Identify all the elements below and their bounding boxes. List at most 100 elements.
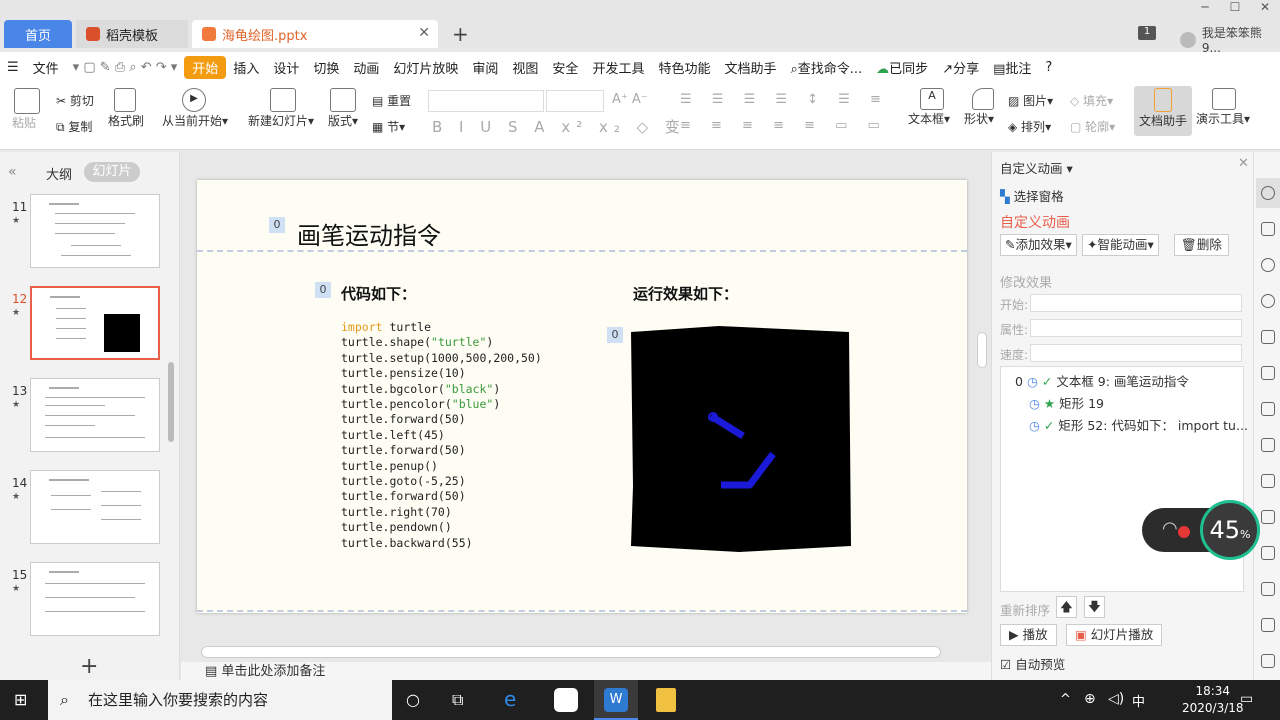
close-pane-icon[interactable]: ✕ (1238, 156, 1249, 171)
section-button[interactable]: ▦ 节▾ (372, 118, 405, 135)
reset-button[interactable]: ▤ 重置 (372, 92, 411, 109)
cut-button[interactable]: ✂ 剪切 (56, 92, 94, 109)
turtle-output-image[interactable] (629, 326, 851, 552)
font-size-select[interactable] (546, 90, 604, 112)
menu-file[interactable]: 文件 (26, 58, 66, 77)
add-effect-button[interactable]: ✎添加效果▾ (1000, 234, 1077, 256)
paragraph-align-buttons[interactable]: ≡ ≡ ≡ ≡ ≡ ▭ ▭ (680, 118, 888, 133)
window-count-badge[interactable]: 1 (1138, 26, 1156, 40)
menu-special[interactable]: 特色功能 (651, 58, 717, 77)
fill-button[interactable]: ◇ 填充▾ (1070, 92, 1113, 109)
move-up-icon[interactable]: 🡅 (1056, 596, 1077, 618)
wps-writer-icon[interactable]: W (604, 688, 628, 712)
editor-horizontal-scrollbar[interactable] (201, 646, 941, 658)
quick-access-toolbar[interactable]: ▾ ▢ ✎ ⎙ ⌕ ↶ ↷ ▾ (66, 60, 185, 75)
table-tool-icon[interactable] (1261, 366, 1275, 380)
slide-title[interactable]: 画笔运动指令 (297, 216, 441, 251)
share-tool-icon[interactable] (1261, 546, 1275, 560)
maximize-icon[interactable]: ☐ (1220, 0, 1250, 20)
share-button[interactable]: ↗分享 (935, 58, 986, 77)
code-heading[interactable]: 代码如下： (341, 283, 416, 304)
grid-tool-icon[interactable] (1261, 402, 1275, 416)
font-grow-shrink[interactable]: A⁺ A⁻ (612, 92, 648, 107)
transition-tool-icon[interactable] (1261, 222, 1275, 236)
pane-header[interactable]: 自定义动画 ▾ (1000, 158, 1073, 177)
menu-animation[interactable]: 动画 (346, 58, 386, 77)
animation-tag[interactable]: 0 (607, 327, 623, 343)
copy-button[interactable]: ⧉ 复制 (56, 118, 92, 135)
code-block[interactable]: import turtle turtle.shape("turtle") turtl… (341, 320, 542, 551)
user-account[interactable]: 我是笨笨熊9... (1180, 24, 1280, 55)
window-close-icon[interactable]: ✕ (1250, 0, 1280, 20)
windows-start-icon[interactable]: ⊞ (14, 690, 27, 709)
tab-home[interactable]: 首页 (4, 20, 72, 48)
speed-select[interactable] (1030, 344, 1242, 362)
format-painter-button[interactable]: 格式刷 (108, 88, 144, 129)
picture-button[interactable]: ▨ 图片▾ (1008, 92, 1053, 109)
animation-tag[interactable]: 0 (315, 282, 331, 298)
smart-animation-button[interactable]: ✦智能动画▾ (1082, 234, 1159, 256)
tab-file[interactable]: 海龟绘图.pptx ✕ (192, 20, 438, 48)
slideshow-button[interactable]: ▣ 幻灯片播放 (1066, 624, 1163, 646)
ime-indicator[interactable]: 中 (1132, 691, 1145, 710)
layout-button[interactable]: 版式▾ (328, 88, 358, 129)
menu-developer[interactable]: 开发工具 (585, 58, 651, 77)
slide-canvas[interactable]: 0 画笔运动指令 0 代码如下： 运行效果如下： import turtle tu… (197, 180, 967, 613)
shape-tool-icon[interactable] (1261, 258, 1275, 272)
animation-star-tool-icon[interactable] (1261, 186, 1275, 200)
animation-item[interactable]: ◷ ★ 矩形 19 (1029, 393, 1104, 412)
arrange-button[interactable]: ◈ 排列▾ (1008, 118, 1051, 135)
font-family-select[interactable] (428, 90, 544, 112)
present-tools-button[interactable]: 演示工具▾ (1196, 88, 1250, 127)
network-icon[interactable]: ⊕ (1084, 691, 1096, 707)
animation-item[interactable]: ◷ ✓ 矩形 52: 代码如下： import tu... (1029, 415, 1248, 434)
form-tool-icon[interactable] (1261, 618, 1275, 632)
menu-view[interactable]: 视图 (505, 58, 545, 77)
menu-review[interactable]: 审阅 (465, 58, 505, 77)
notes-area[interactable]: ▤ 单击此处添加备注 (181, 662, 991, 682)
textbox-button[interactable]: A 文本框▾ (908, 88, 950, 127)
hamburger-icon[interactable]: ☰ (0, 60, 26, 75)
minimize-icon[interactable]: ─ (1190, 0, 1220, 20)
paste-button[interactable]: 粘贴 (12, 88, 40, 131)
editor-vertical-scrollbar[interactable] (977, 332, 987, 368)
task-view-icon[interactable]: ⧉ (452, 690, 463, 710)
move-down-icon[interactable]: 🡇 (1084, 596, 1105, 618)
document-tool-icon[interactable] (1261, 510, 1275, 524)
location-tool-icon[interactable] (1261, 294, 1275, 308)
shape-button[interactable]: 形状▾ (964, 88, 994, 127)
doc-assistant-button[interactable]: 文档助手 (1134, 86, 1192, 136)
slide-thumbnail-11[interactable] (30, 194, 160, 268)
menu-design[interactable]: 设计 (266, 58, 306, 77)
delete-effect-button[interactable]: 🗑删除 (1174, 234, 1229, 256)
file-explorer-icon[interactable] (656, 688, 676, 712)
window-tool-icon[interactable] (1261, 582, 1275, 596)
menu-insert[interactable]: 插入 (226, 58, 266, 77)
comment-button[interactable]: ▤批注 (986, 58, 1038, 77)
tab-docer[interactable]: 稻壳模板 (76, 20, 188, 48)
outline-button[interactable]: ▢ 轮廓▾ (1070, 118, 1115, 135)
tab-slides[interactable]: 幻灯片 (84, 162, 140, 182)
collapse-pane-icon[interactable]: « (8, 164, 17, 180)
select-pane-button[interactable]: ▚ 选择窗格 (1000, 186, 1064, 205)
slide-thumbnail-15[interactable] (30, 562, 160, 636)
menu-start[interactable]: 开始 (184, 55, 227, 79)
slide-thumbnail-14[interactable] (30, 470, 160, 544)
menu-security[interactable]: 安全 (545, 58, 585, 77)
cortana-icon[interactable]: ○ (406, 690, 420, 709)
result-heading[interactable]: 运行效果如下： (633, 283, 738, 304)
search-command[interactable]: ⌕查找命令... (783, 58, 869, 77)
animation-item[interactable]: 0 ◷ ✓ 文本框 9: 画笔运动指令 (1015, 371, 1189, 390)
start-select[interactable] (1030, 294, 1242, 312)
menu-transition[interactable]: 切换 (306, 58, 346, 77)
new-slide-button[interactable]: 新建幻灯片▾ (248, 88, 314, 129)
volume-icon[interactable]: ◁) (1108, 691, 1124, 707)
clock[interactable]: 18:34 2020/3/18 (1182, 683, 1244, 717)
from-current-button[interactable]: ▶ 从当前开始▾ (162, 88, 228, 129)
edge-icon[interactable]: e (504, 687, 516, 711)
animation-tag[interactable]: 0 (269, 217, 285, 233)
sync-status[interactable]: ☁已同步 (869, 58, 935, 77)
fill-tool-icon[interactable] (1261, 330, 1275, 344)
network-speed-widget[interactable]: ◠ 45% (1142, 500, 1260, 560)
taskbar-search[interactable]: ⌕ 在这里输入你要搜索的内容 (48, 680, 392, 720)
